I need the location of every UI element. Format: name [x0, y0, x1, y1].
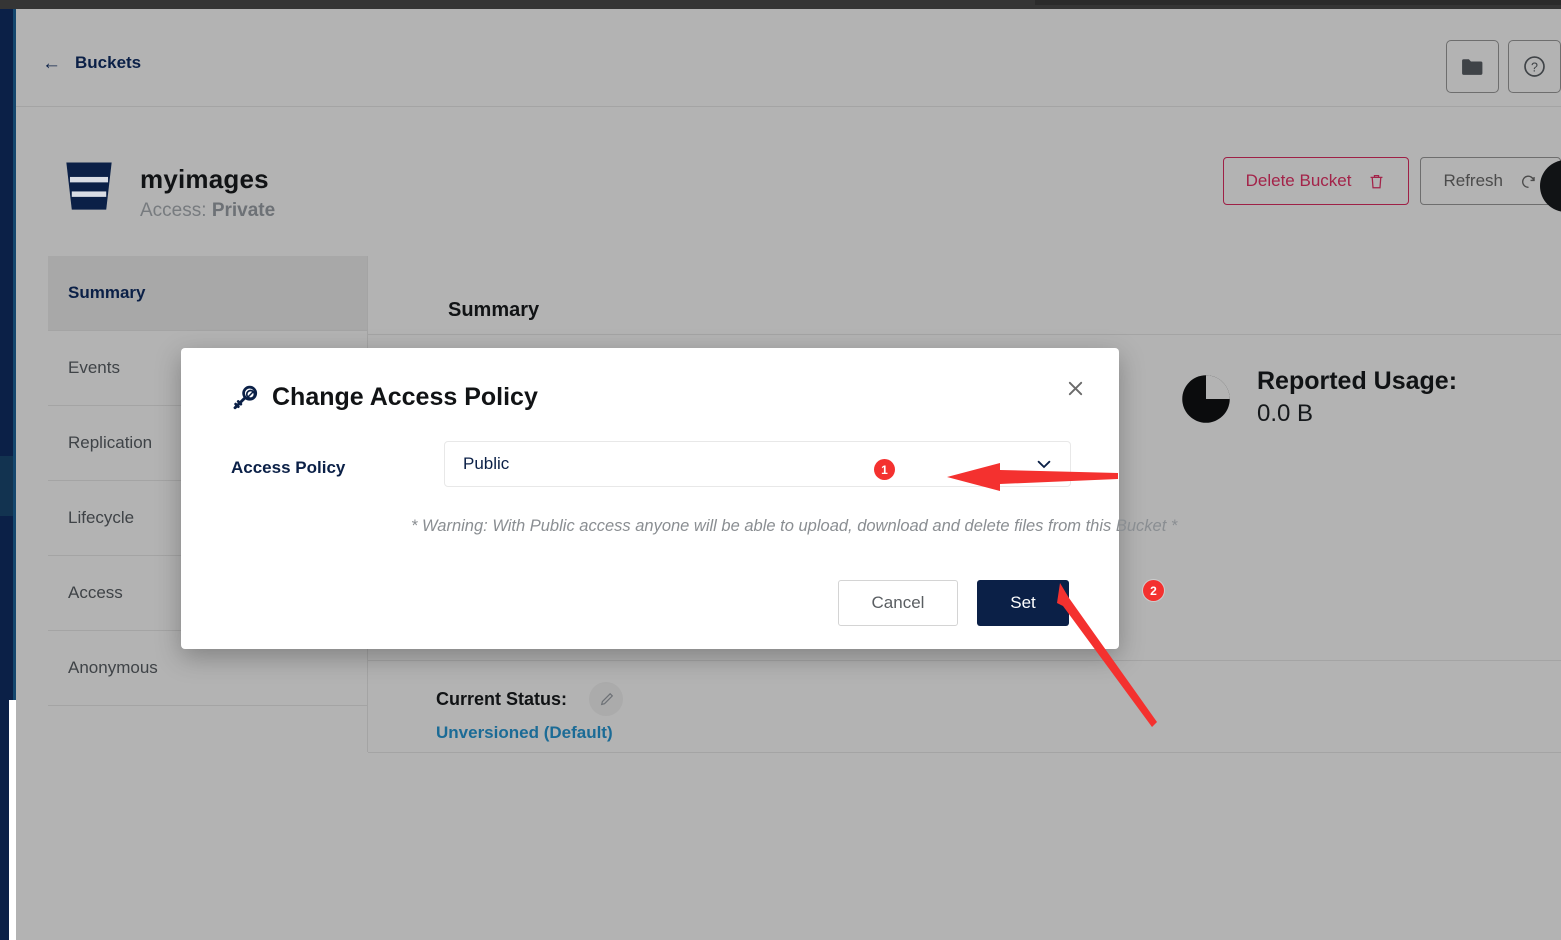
divider [368, 334, 1561, 335]
set-button[interactable]: Set [977, 580, 1069, 626]
access-policy-label: Access Policy [231, 458, 346, 477]
current-status-label: Current Status: [436, 688, 568, 709]
bucket-header-actions: Delete Bucket Refresh [1222, 157, 1561, 205]
change-access-policy-dialog: Change Access Policy Access Policy Publi… [181, 348, 1177, 649]
close-dialog-button[interactable] [1061, 374, 1089, 402]
breadcrumb-bar: ← Buckets ? [16, 9, 1561, 107]
refresh-label: Refresh [1443, 171, 1503, 190]
page-title: myimages [140, 164, 269, 194]
svg-text:?: ? [1531, 60, 1538, 74]
bucket-access-line: Access: Private [140, 200, 275, 222]
folder-icon [1462, 59, 1483, 75]
versioning-status-block: Current Status: Unversioned (Default) [436, 682, 624, 743]
access-policy-select[interactable]: Public [444, 441, 1071, 487]
annotation-badge-2: 2 [1143, 580, 1164, 601]
access-policy-field-row: Access Policy Public [231, 441, 1071, 487]
cancel-button[interactable]: Cancel [838, 580, 958, 626]
trash-icon [1371, 174, 1383, 188]
access-policy-selected-value: Public [463, 454, 510, 473]
pie-chart-icon [1182, 375, 1230, 423]
bucket-access-value: Private [211, 200, 276, 221]
bucket-access-prefix: Access: [140, 200, 212, 221]
dialog-actions: Cancel Set [838, 580, 1069, 626]
divider [368, 752, 1561, 753]
delete-bucket-button[interactable]: Delete Bucket [1222, 157, 1410, 205]
dialog-title-row: Change Access Policy [231, 383, 538, 412]
tab-summary[interactable]: Summary [48, 256, 367, 331]
tab-events-label: Events [68, 358, 120, 377]
tab-access-label: Access [68, 583, 123, 602]
reported-usage-block: Reported Usage: 0.0 B [1181, 366, 1457, 432]
tab-replication-label: Replication [68, 433, 153, 452]
reported-usage-value: 0.0 B [1257, 400, 1314, 428]
question-circle-icon: ? [1524, 56, 1545, 77]
folder-icon-button[interactable] [1446, 40, 1499, 93]
delete-bucket-label: Delete Bucket [1245, 171, 1352, 190]
tab-anonymous-label: Anonymous [68, 658, 158, 677]
divider [368, 660, 1561, 661]
tab-summary-label: Summary [68, 283, 146, 302]
public-access-warning: * Warning: With Public access anyone wil… [411, 517, 1178, 535]
chevron-down-icon [1037, 460, 1051, 469]
bucket-header: myimages Access: Private Delete Bucket R… [16, 108, 1561, 236]
help-icon-button[interactable]: ? [1508, 40, 1561, 93]
app-nav-rail-highlight [0, 456, 13, 516]
window-chrome-bar [0, 0, 1561, 9]
tab-lifecycle-label: Lifecycle [68, 508, 135, 527]
current-status-value: Unversioned (Default) [436, 723, 613, 742]
screen: ← Buckets ? myimages Access: Private Del… [0, 0, 1561, 940]
app-nav-rail[interactable] [0, 9, 13, 700]
app-nav-rail-lower [0, 700, 9, 940]
breadcrumb[interactable]: ← Buckets [42, 53, 141, 73]
window-chrome-notch [1035, 0, 1561, 5]
breadcrumb-label: Buckets [75, 53, 142, 72]
close-icon [1068, 381, 1082, 395]
bucket-icon [66, 162, 112, 210]
reported-usage-label: Reported Usage: [1257, 367, 1458, 395]
section-title: Summary [448, 299, 540, 321]
refresh-icon [1522, 175, 1535, 188]
dialog-title: Change Access Policy [272, 383, 538, 411]
pencil-icon [600, 692, 613, 705]
annotation-badge-1: 1 [874, 459, 895, 480]
edit-versioning-button[interactable] [589, 682, 624, 716]
key-icon [233, 385, 258, 410]
header-icon-buttons: ? [1446, 40, 1561, 93]
tab-sidebar-filler [48, 706, 367, 781]
arrow-left-icon[interactable]: ← [42, 54, 61, 73]
